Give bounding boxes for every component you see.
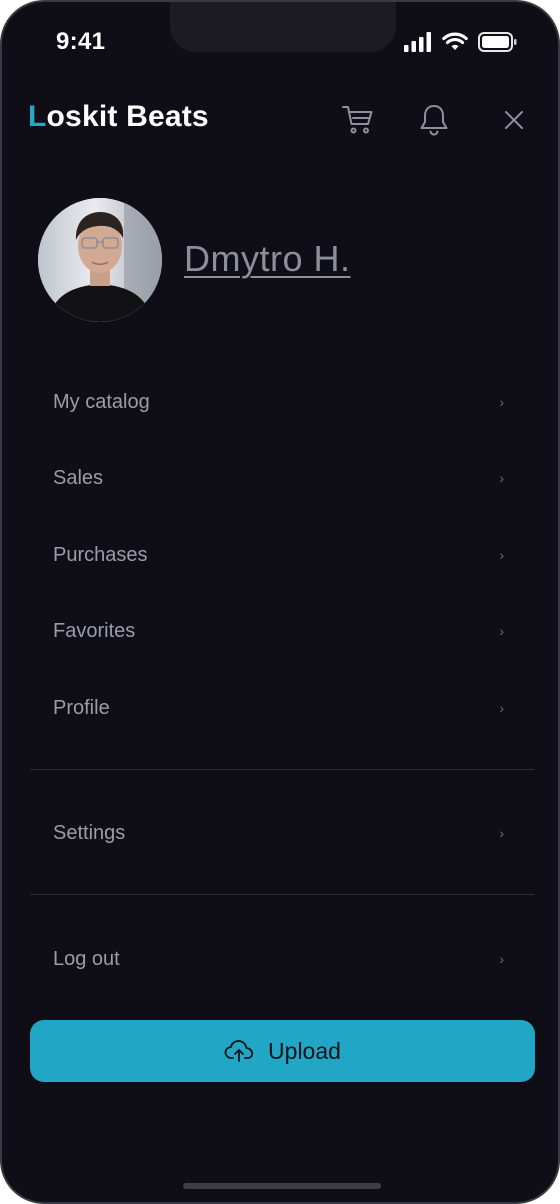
menu-item-label: Settings	[53, 821, 126, 844]
status-icons	[404, 32, 518, 52]
notch	[170, 2, 396, 52]
chevron-right-icon: ›	[499, 394, 504, 410]
notifications-button[interactable]	[416, 102, 452, 138]
cart-button[interactable]	[340, 102, 376, 138]
avatar-photo	[38, 198, 162, 322]
close-icon	[505, 111, 523, 129]
upload-button[interactable]: Upload	[30, 1020, 535, 1082]
avatar[interactable]	[38, 198, 162, 322]
menu-item-label: Sales	[53, 466, 104, 489]
home-indicator[interactable]	[183, 1183, 381, 1189]
menu-item-log-out[interactable]: Log out ›	[30, 929, 534, 989]
status-time: 9:41	[56, 28, 106, 55]
chevron-right-icon: ›	[499, 700, 504, 716]
menu-item-label: Profile	[53, 696, 110, 719]
menu-item-my-catalog[interactable]: My catalog ›	[30, 372, 534, 432]
wifi-icon	[442, 32, 468, 50]
menu-item-purchases[interactable]: Purchases ›	[30, 525, 534, 585]
chevron-right-icon: ›	[499, 951, 504, 967]
cloud-upload-icon	[224, 1040, 254, 1062]
phone-frame: 9:41 Loskit Beats Dmytro H. My catalog ›…	[0, 0, 560, 1204]
menu-item-label: Log out	[53, 947, 120, 970]
user-name-link[interactable]: Dmytro H.	[184, 238, 351, 280]
chevron-right-icon: ›	[499, 547, 504, 563]
cart-icon	[342, 106, 373, 134]
menu-item-label: Favorites	[53, 619, 136, 642]
chevron-right-icon: ›	[499, 825, 504, 841]
menu-divider	[30, 769, 534, 770]
close-button[interactable]	[496, 102, 532, 138]
menu-item-profile[interactable]: Profile ›	[30, 678, 534, 738]
upload-button-label: Upload	[268, 1037, 341, 1064]
menu-item-label: My catalog	[53, 390, 150, 413]
chevron-right-icon: ›	[499, 470, 504, 486]
battery-icon	[478, 32, 517, 52]
menu-item-label: Purchases	[53, 543, 148, 566]
chevron-right-icon: ›	[499, 623, 504, 639]
app-logo[interactable]: Loskit Beats	[28, 100, 209, 134]
bell-icon	[420, 105, 448, 136]
menu-divider	[30, 894, 534, 895]
menu-item-sales[interactable]: Sales ›	[30, 448, 534, 508]
signal-icon	[404, 32, 431, 52]
logo-text: oskit Beats	[46, 100, 209, 133]
menu-item-settings[interactable]: Settings ›	[30, 803, 534, 863]
menu-item-favorites[interactable]: Favorites ›	[30, 601, 534, 661]
logo-accent-letter: L	[28, 100, 47, 133]
